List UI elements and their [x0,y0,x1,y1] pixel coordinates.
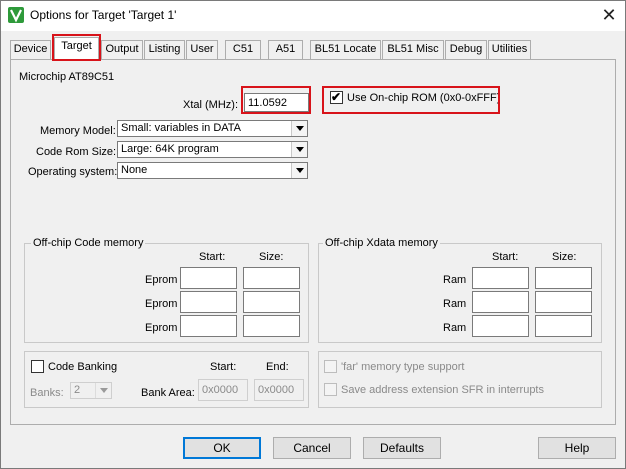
chevron-down-icon [296,147,304,152]
ram-size-input-1[interactable] [535,267,592,289]
chevron-down-icon [296,126,304,131]
save-address-checkbox[interactable] [324,383,337,396]
ram-size-input-3[interactable] [535,315,592,337]
checkmark-icon: ✔ [331,90,342,104]
window-title: Options for Target 'Target 1' [30,8,177,22]
memory-model-select[interactable]: Small: variables in DATA [117,120,308,137]
code-rom-size-label: Code Rom Size: [36,146,117,158]
eprom-start-input-1[interactable] [180,267,237,289]
tab-bl51-locate[interactable]: BL51 Locate [310,40,381,59]
tab-c51[interactable]: C51 [225,40,261,59]
ram-label: Ram [443,274,467,286]
bank-area-label: Bank Area: [141,387,195,399]
tab-user[interactable]: User [186,40,218,59]
onchip-rom-checkbox[interactable]: ✔ [330,90,343,104]
tab-target[interactable]: Target [54,37,99,60]
ok-button[interactable]: OK [183,437,261,459]
code-banking-label: Code Banking [48,361,118,373]
help-button[interactable]: Help [538,437,616,459]
bank-start-header: Start: [210,361,237,373]
xtal-label: Xtal (MHz): [183,99,238,111]
memory-model-label: Memory Model: [40,125,116,137]
code-rom-size-value: Large: 64K program [121,143,219,155]
memory-model-value: Small: variables in DATA [121,122,242,134]
tab-output[interactable]: Output [101,40,143,59]
operating-system-label: Operating system: [28,166,118,178]
ram-start-input-1[interactable] [472,267,529,289]
bank-end-header: End: [266,361,289,373]
ram-start-input-3[interactable] [472,315,529,337]
tab-device[interactable]: Device [10,40,51,59]
code-size-header: Size: [259,251,284,263]
banks-value: 2 [74,384,81,396]
cancel-button[interactable]: Cancel [273,437,351,459]
offchip-code-title: Off-chip Code memory [31,237,146,249]
dropdown-arrow-button[interactable] [95,383,111,398]
operating-system-value: None [121,164,148,176]
ram-start-input-2[interactable] [472,291,529,313]
memory-options-group [318,351,602,408]
tab-a51[interactable]: A51 [268,40,303,59]
far-memory-label: 'far' memory type support [341,361,465,373]
ram-label: Ram [443,298,467,310]
ram-label: Ram [443,322,467,334]
chevron-down-icon [296,168,304,173]
dropdown-arrow-button[interactable] [291,121,307,136]
far-memory-checkbox[interactable] [324,360,337,373]
code-banking-checkbox[interactable] [31,360,44,373]
bank-area-start-input[interactable] [198,379,248,401]
ram-size-input-2[interactable] [535,291,592,313]
eprom-size-input-2[interactable] [243,291,300,313]
banks-label: Banks: [30,387,64,399]
xtal-input[interactable] [244,93,309,112]
save-address-label: Save address extension SFR in interrupts [341,384,544,396]
chevron-down-icon [100,388,108,393]
operating-system-select[interactable]: None [117,162,308,179]
offchip-xdata-title: Off-chip Xdata memory [323,237,440,249]
eprom-start-input-3[interactable] [180,315,237,337]
xdata-start-header: Start: [492,251,519,263]
eprom-start-input-2[interactable] [180,291,237,313]
eprom-label: Eprom [145,298,178,310]
close-icon[interactable]: ✕ [598,4,620,26]
xdata-size-header: Size: [552,251,577,263]
tab-utilities[interactable]: Utilities [488,40,531,59]
dropdown-arrow-button[interactable] [291,163,307,178]
tab-bl51-misc[interactable]: BL51 Misc [382,40,444,59]
keil-app-icon [8,7,24,23]
tab-listing[interactable]: Listing [144,40,185,59]
device-name: Microchip AT89C51 [19,71,115,83]
code-start-header: Start: [199,251,226,263]
tab-debug[interactable]: Debug [445,40,487,59]
defaults-button[interactable]: Defaults [363,437,441,459]
onchip-rom-label: Use On-chip ROM (0x0-0xFFF) [347,92,501,104]
code-rom-size-select[interactable]: Large: 64K program [117,141,308,158]
dropdown-arrow-button[interactable] [291,142,307,157]
bank-area-end-input[interactable] [254,379,304,401]
eprom-label: Eprom [145,274,178,286]
eprom-size-input-1[interactable] [243,267,300,289]
banks-select[interactable]: 2 [70,382,112,399]
eprom-label: Eprom [145,322,178,334]
eprom-size-input-3[interactable] [243,315,300,337]
